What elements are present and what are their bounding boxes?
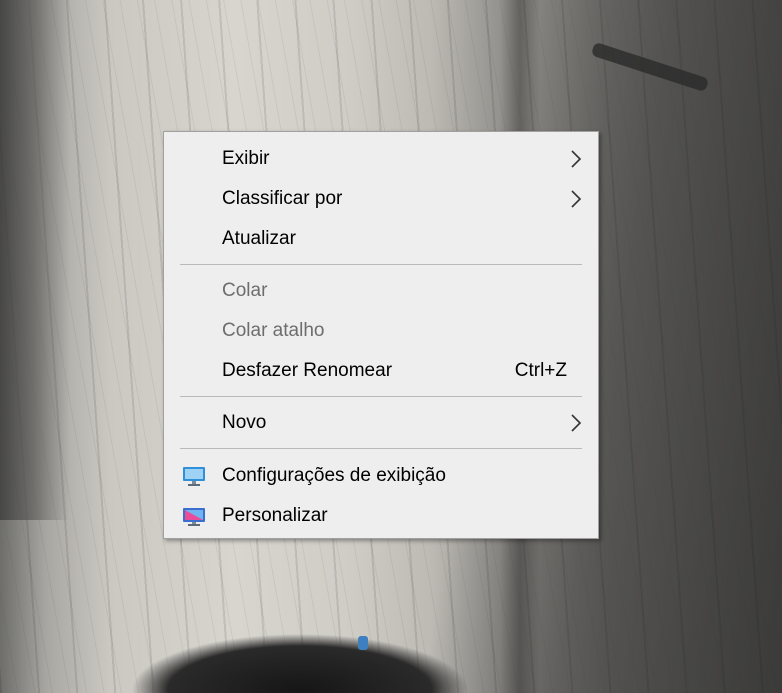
menu-separator [180,396,582,397]
menu-item-label: Configurações de exibição [222,465,446,486]
menu-item-label: Personalizar [222,505,328,526]
chevron-right-icon [571,190,582,208]
menu-item-atualizar[interactable]: Atualizar [164,219,598,259]
menu-item-label: Colar [222,280,268,301]
menu-item-label: Novo [222,412,267,433]
menu-item-label: Exibir [222,148,270,169]
chevron-right-icon [571,414,582,432]
rock-shadow [0,0,70,520]
menu-item-classificar-por[interactable]: Classificar por [164,179,598,219]
menu-item-configuracoes-de-exibicao[interactable]: Configurações de exibição [164,456,598,496]
display-settings-icon [183,467,205,486]
menu-item-novo[interactable]: Novo [164,403,598,443]
menu-item-label: Atualizar [222,228,296,249]
menu-item-personalizar[interactable]: Personalizar [164,496,598,536]
menu-item-label: Classificar por [222,188,343,209]
menu-separator [180,264,582,265]
personalize-icon [183,508,205,526]
menu-item-shortcut: Ctrl+Z [514,360,567,381]
menu-item-colar-atalho: Colar atalho [164,311,598,351]
desktop-context-menu: Exibir Classificar por Atualizar Colar C… [163,131,599,539]
menu-item-label: Desfazer Renomear [222,360,393,381]
menu-item-label: Colar atalho [222,320,325,341]
menu-item-desfazer-renomear[interactable]: Desfazer Renomear Ctrl+Z [164,351,598,391]
menu-item-colar: Colar [164,271,598,311]
chevron-right-icon [571,150,582,168]
climber-figure [358,636,368,650]
menu-separator [180,448,582,449]
rock-crack-diagonal [590,41,710,93]
menu-item-exibir[interactable]: Exibir [164,139,598,179]
